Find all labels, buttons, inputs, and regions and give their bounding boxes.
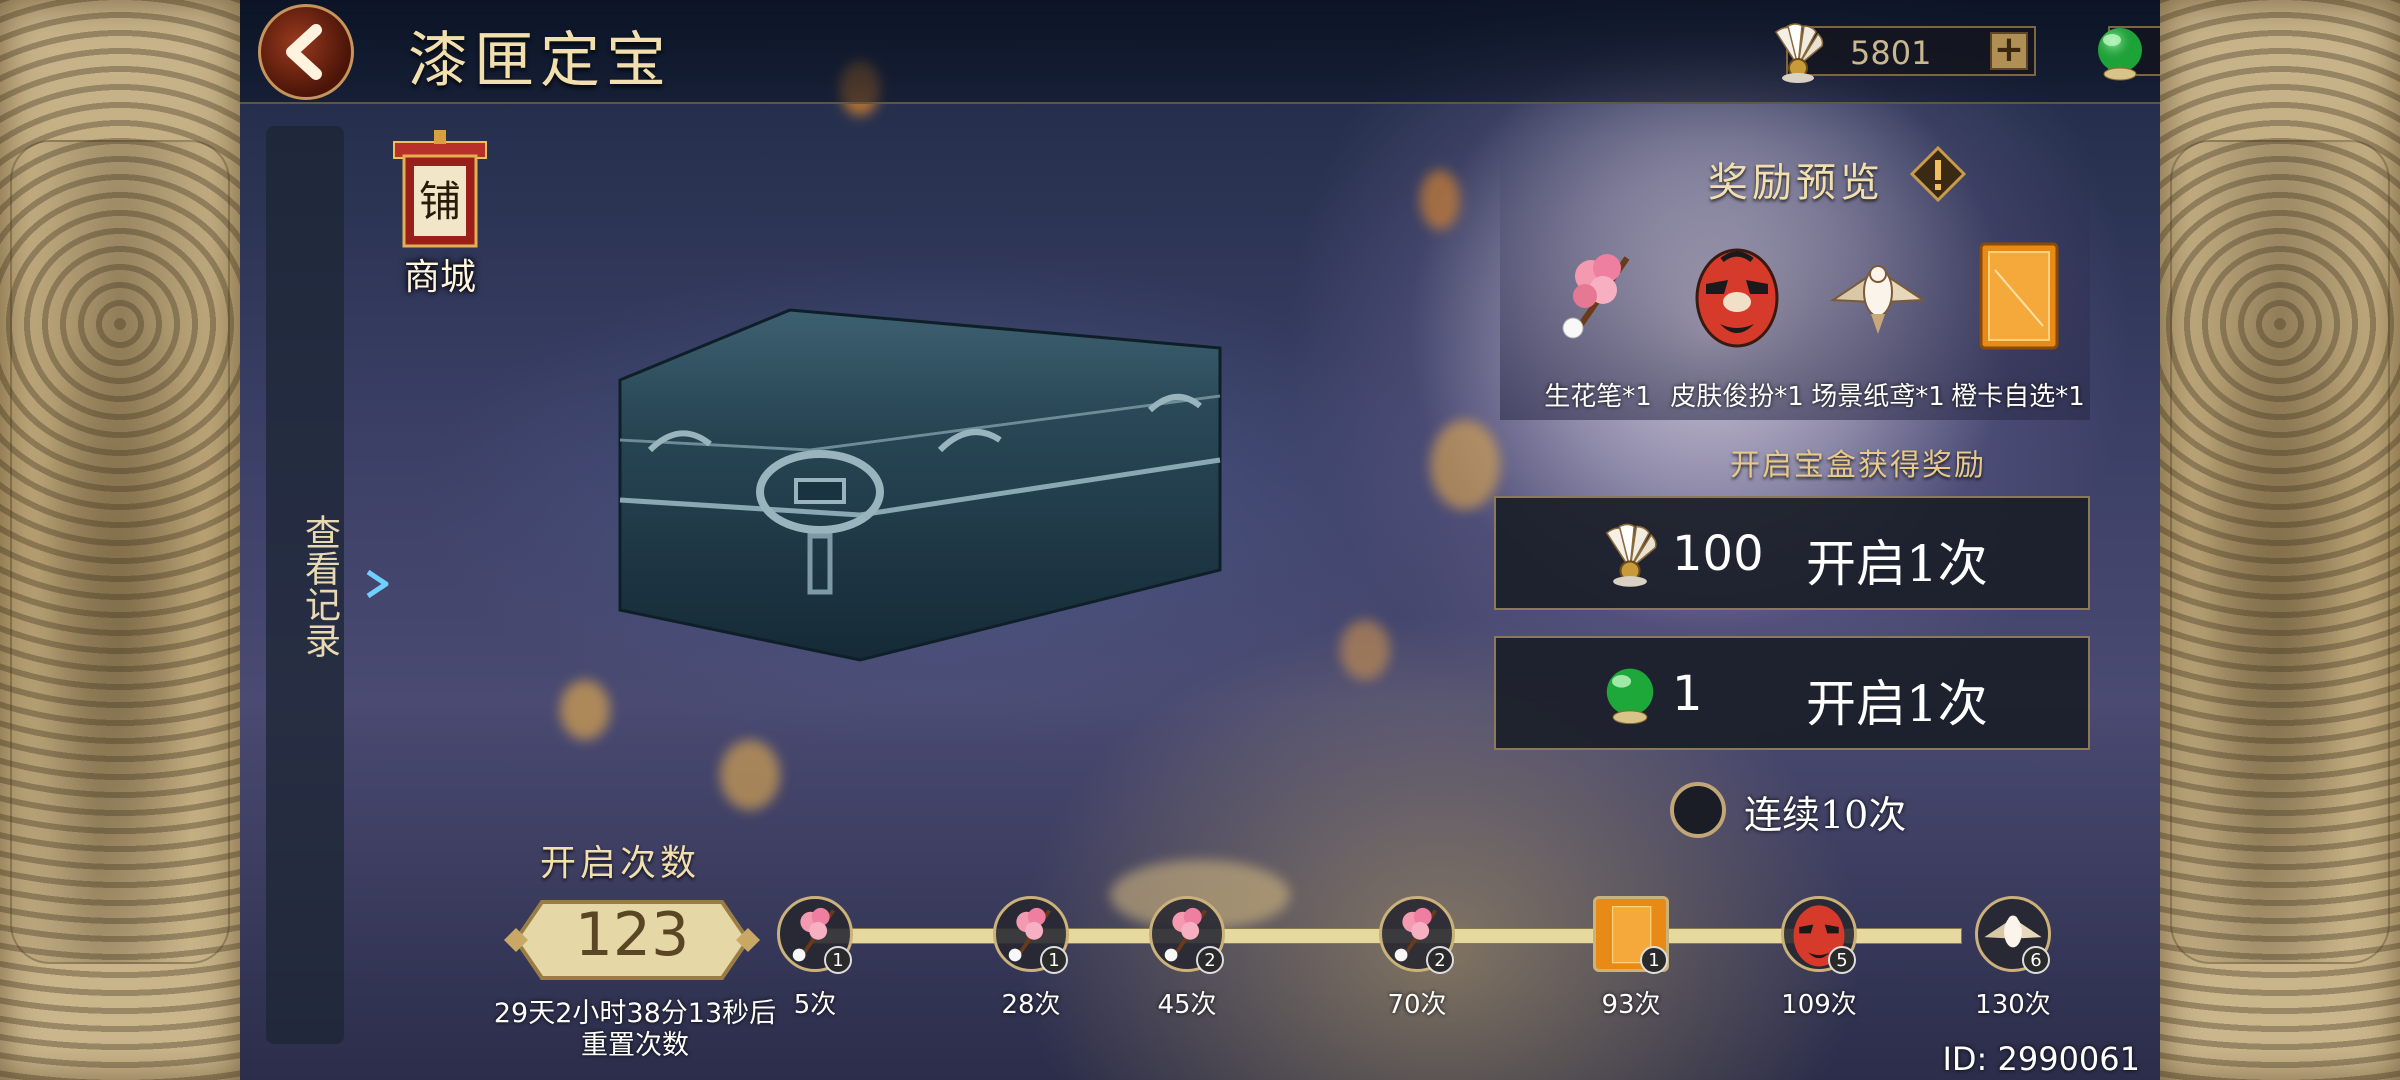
continuous-ten-label: 连续10次 xyxy=(1744,793,1907,837)
page-title: 漆匣定宝 xyxy=(408,26,672,96)
milestone-label: 5次 xyxy=(793,990,837,1020)
green-jade-icon xyxy=(2098,28,2142,81)
green-jade-icon xyxy=(1606,668,1654,725)
milestone-qty: 2 xyxy=(1426,946,1454,974)
milestone-qty: 1 xyxy=(1640,946,1668,974)
back-button[interactable] xyxy=(258,4,354,100)
reward-item[interactable]: 生花笔*1 xyxy=(1528,240,1668,413)
info-icon[interactable] xyxy=(1910,146,1966,202)
open-count-value: 123 xyxy=(574,900,690,970)
right-ornate-frame xyxy=(2154,0,2400,1080)
milestone-qty: 2 xyxy=(1196,946,1224,974)
reward-label: 场景纸鸢*1 xyxy=(1811,382,1945,412)
open-action-label: 开启1次 xyxy=(1806,675,1988,733)
lantern-decoration xyxy=(560,680,610,740)
record-sidebar[interactable]: 查看记录 xyxy=(266,126,344,1044)
jade-currency: 0 + xyxy=(2098,26,2160,81)
milestone-reward[interactable]: 1 93次 xyxy=(1586,896,1676,1021)
feather-cost: 100 xyxy=(1672,526,1764,582)
flower-brush-icon xyxy=(1562,254,1630,339)
milestone-label: 45次 xyxy=(1157,990,1217,1020)
dragon-pattern-left xyxy=(10,140,230,964)
milestone-reward[interactable]: 2 70次 xyxy=(1372,896,1462,1021)
open-once-jade-button[interactable]: 1 开启1次 xyxy=(1494,636,2090,750)
shop-sign-char: 铺 xyxy=(419,177,461,226)
feather-amount: 5801 xyxy=(1850,34,1932,72)
opera-mask-icon xyxy=(1695,248,1779,348)
feather-fan-icon xyxy=(1774,23,1824,83)
left-ornate-frame xyxy=(0,0,246,1080)
expand-arrow-icon[interactable] xyxy=(358,564,398,604)
reward-label: 橙卡自选*1 xyxy=(1951,382,2085,412)
milestone-reward[interactable]: 1 28次 xyxy=(986,896,1076,1021)
user-id: ID: 2990061 xyxy=(1942,1040,2140,1078)
open-action-label: 开启1次 xyxy=(1806,535,1988,593)
shop-label[interactable]: 商城 xyxy=(380,248,500,300)
lantern-decoration xyxy=(1340,620,1390,680)
jade-cost: 1 xyxy=(1672,666,1703,722)
top-bar: 漆匣定宝 5801 + xyxy=(240,0,2160,104)
dragon-pattern-right xyxy=(2170,140,2390,964)
milestone-reward[interactable]: 5 109次 xyxy=(1774,896,1864,1021)
reward-item[interactable]: 皮肤俊扮*1 xyxy=(1667,240,1807,413)
view-records-label: 查看记录 xyxy=(299,514,340,658)
open-once-feather-button[interactable]: 100 开启1次 xyxy=(1494,496,2090,610)
open-count-title: 开启次数 xyxy=(540,843,701,884)
reward-item[interactable]: 场景纸鸢*1 xyxy=(1808,240,1948,413)
lacquer-treasure-box[interactable] xyxy=(610,300,1250,680)
feather-fan-icon xyxy=(1605,523,1657,587)
add-feather-button[interactable]: + xyxy=(1990,32,2028,70)
milestone-label: 93次 xyxy=(1601,990,1661,1020)
paper-bird-icon xyxy=(1829,265,1927,334)
milestone-label: 28次 xyxy=(1001,990,1061,1020)
lantern-decoration xyxy=(720,740,780,810)
lantern-decoration xyxy=(1430,420,1500,510)
milestone-reward[interactable]: 6 130次 xyxy=(1968,896,2058,1021)
feather-currency: 5801 + xyxy=(1774,23,2036,83)
orange-card-icon xyxy=(1979,242,2059,350)
open-reward-subtitle: 开启宝盒获得奖励 xyxy=(1730,448,1986,483)
reward-preview-title: 奖励预览 xyxy=(1708,160,1884,206)
reward-label: 生花笔*1 xyxy=(1544,382,1652,412)
milestone-label: 130次 xyxy=(1975,990,2051,1020)
reward-label: 皮肤俊扮*1 xyxy=(1670,382,1804,412)
game-scene: 漆匣定宝 5801 + 查看记录 铺 商城 奖励预览 生花笔*1 皮肤俊扮*1 … xyxy=(240,0,2160,1080)
reset-countdown: 29天2小时38分13秒后重置次数 xyxy=(493,998,777,1061)
milestone-qty: 5 xyxy=(1828,946,1856,974)
milestone-reward[interactable]: 2 45次 xyxy=(1142,896,1232,1021)
back-arrow-icon xyxy=(286,24,322,80)
milestone-qty: 6 xyxy=(2022,946,2050,974)
milestone-qty: 1 xyxy=(1040,946,1068,974)
milestone-qty: 1 xyxy=(824,946,852,974)
milestone-label: 109次 xyxy=(1781,990,1857,1020)
milestone-reward[interactable]: 1 5次 xyxy=(770,896,860,1021)
reward-item[interactable]: 橙卡自选*1 xyxy=(1948,240,2088,413)
continuous-ten-toggle[interactable] xyxy=(1670,782,1726,838)
lantern-decoration xyxy=(1420,170,1460,230)
milestone-label: 70次 xyxy=(1387,990,1447,1020)
